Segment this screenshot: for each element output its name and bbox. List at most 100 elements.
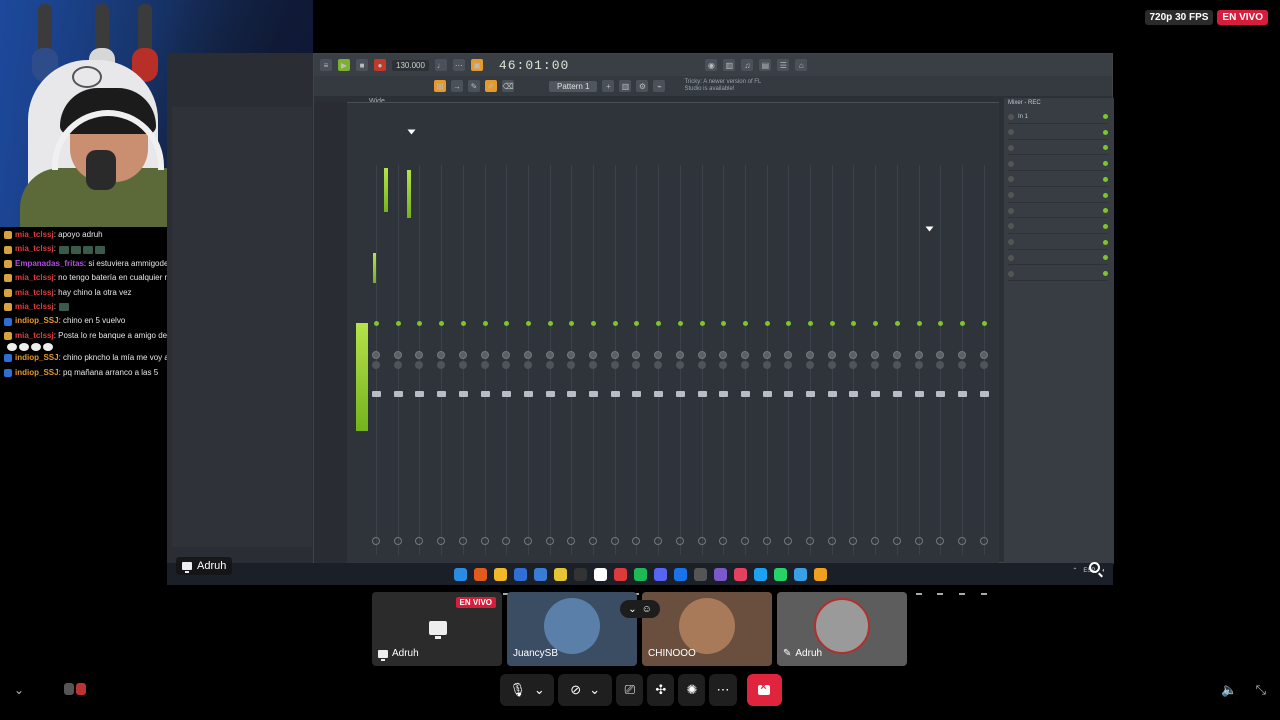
mixer-track[interactable] [975, 165, 994, 595]
effect-slot[interactable] [1008, 189, 1108, 203]
track-led[interactable] [677, 321, 683, 326]
mixer-track[interactable] [801, 165, 820, 595]
norton-icon[interactable] [553, 567, 567, 581]
stereo-knob[interactable] [632, 361, 641, 369]
instagram-icon[interactable] [733, 567, 747, 581]
volume-fader[interactable] [480, 391, 490, 397]
pan-knob[interactable] [740, 351, 749, 359]
mixer-track[interactable] [562, 165, 581, 595]
volume-fader[interactable] [654, 391, 664, 397]
route-icon[interactable] [784, 537, 793, 545]
stereo-knob[interactable] [849, 361, 858, 369]
pan-knob[interactable] [936, 351, 945, 359]
track-led[interactable] [634, 321, 640, 326]
pan-knob[interactable] [523, 351, 532, 359]
volume-fader[interactable] [740, 391, 750, 397]
pattern-selector[interactable]: Pattern 1 [549, 80, 598, 92]
volume-fader[interactable] [719, 391, 729, 397]
pan-knob[interactable] [806, 351, 814, 359]
stereo-knob[interactable] [675, 361, 684, 369]
fl-menu-icon[interactable]: ≡ [320, 59, 332, 71]
volume-fader[interactable] [632, 391, 642, 397]
volume-fader[interactable] [415, 391, 425, 397]
stereo-knob[interactable] [372, 361, 380, 369]
track-led[interactable] [547, 321, 553, 326]
route-icon[interactable] [589, 537, 597, 545]
volume-fader[interactable] [502, 391, 512, 397]
link-icon[interactable]: ⌁ [653, 80, 666, 92]
track-led[interactable] [374, 321, 379, 326]
track-led[interactable] [764, 321, 770, 326]
pan-knob[interactable] [697, 351, 706, 359]
pan-knob[interactable] [415, 351, 424, 359]
metronome-icon[interactable]: ♩ [434, 59, 447, 71]
mixer-track[interactable] [541, 165, 560, 595]
mixer-track[interactable] [931, 165, 950, 595]
route-icon[interactable] [762, 537, 771, 545]
snap-icon[interactable]: ⊞ [434, 80, 446, 92]
mixer-track[interactable] [519, 165, 538, 595]
route-icon[interactable] [979, 537, 988, 545]
stereo-knob[interactable] [827, 361, 836, 369]
stereo-knob[interactable] [654, 361, 663, 369]
route-icon[interactable] [871, 537, 880, 545]
track-led[interactable] [873, 321, 879, 326]
stereo-knob[interactable] [979, 361, 988, 369]
fl-studio-icon[interactable] [813, 567, 827, 581]
chat-username[interactable]: mia_tclssj [15, 331, 54, 340]
play-icon[interactable]: ▶ [338, 59, 350, 71]
stereo-knob[interactable] [458, 361, 467, 369]
participant-tile-screen[interactable]: EN VIVO Adruh [372, 592, 502, 666]
route-icon[interactable] [719, 537, 728, 545]
route-icon[interactable] [892, 537, 901, 545]
piano-roll-icon[interactable]: ♫ [741, 59, 754, 71]
send-arrow-icon[interactable] [958, 593, 965, 595]
mixer-track[interactable] [606, 165, 625, 595]
participant-tile[interactable]: CHINOOO [642, 592, 772, 666]
volume-fader[interactable] [393, 391, 403, 397]
effect-slot[interactable] [1008, 220, 1108, 234]
route-icon[interactable] [849, 537, 858, 545]
pan-knob[interactable] [654, 351, 663, 359]
track-led[interactable] [808, 321, 813, 326]
route-icon[interactable] [957, 537, 966, 545]
edge-icon[interactable] [673, 567, 687, 581]
effect-slot[interactable] [1008, 267, 1108, 281]
calculator-icon[interactable] [693, 567, 707, 581]
stereo-knob[interactable] [762, 361, 771, 369]
mixer-track[interactable] [758, 165, 777, 595]
track-led[interactable] [851, 321, 857, 326]
track-led[interactable] [569, 321, 575, 326]
effect-slot[interactable] [1008, 173, 1108, 187]
chat-username[interactable]: indiop_SSJ [15, 353, 59, 362]
chat-username[interactable]: mia_tclssj [15, 273, 54, 282]
route-icon[interactable] [567, 537, 576, 545]
stereo-knob[interactable] [871, 361, 880, 369]
mixer-track[interactable] [693, 165, 712, 595]
tiktok-icon[interactable] [593, 567, 607, 581]
steam-icon[interactable] [793, 567, 807, 581]
pan-knob[interactable] [437, 351, 446, 359]
track-led[interactable] [504, 321, 510, 326]
effects-button[interactable]: ✺ [678, 674, 706, 706]
spotify-icon[interactable] [633, 567, 647, 581]
pan-knob[interactable] [914, 351, 923, 359]
mixer-track[interactable] [888, 165, 907, 595]
stereo-knob[interactable] [957, 361, 966, 369]
stereo-knob[interactable] [914, 361, 923, 369]
stereo-knob[interactable] [480, 361, 489, 369]
camera-button[interactable]: ⊘ ⌄ [558, 674, 613, 706]
volume-fader[interactable] [523, 391, 533, 397]
mixer-track[interactable] [627, 165, 646, 595]
mixer-view-icon[interactable]: ▥ [619, 80, 632, 92]
stereo-knob[interactable] [892, 361, 901, 369]
chevron-down-icon[interactable]: ⌄ [534, 682, 545, 698]
effect-slot[interactable]: In 1 [1008, 110, 1108, 124]
mixer-track[interactable] [410, 165, 429, 595]
track-led[interactable] [721, 321, 727, 326]
track-led[interactable] [981, 321, 987, 326]
slot-enable-icon[interactable] [1103, 161, 1108, 167]
mic-button[interactable]: 🎙 ⌄ [500, 674, 555, 706]
stereo-knob[interactable] [502, 361, 511, 369]
stereo-knob[interactable] [936, 361, 945, 369]
